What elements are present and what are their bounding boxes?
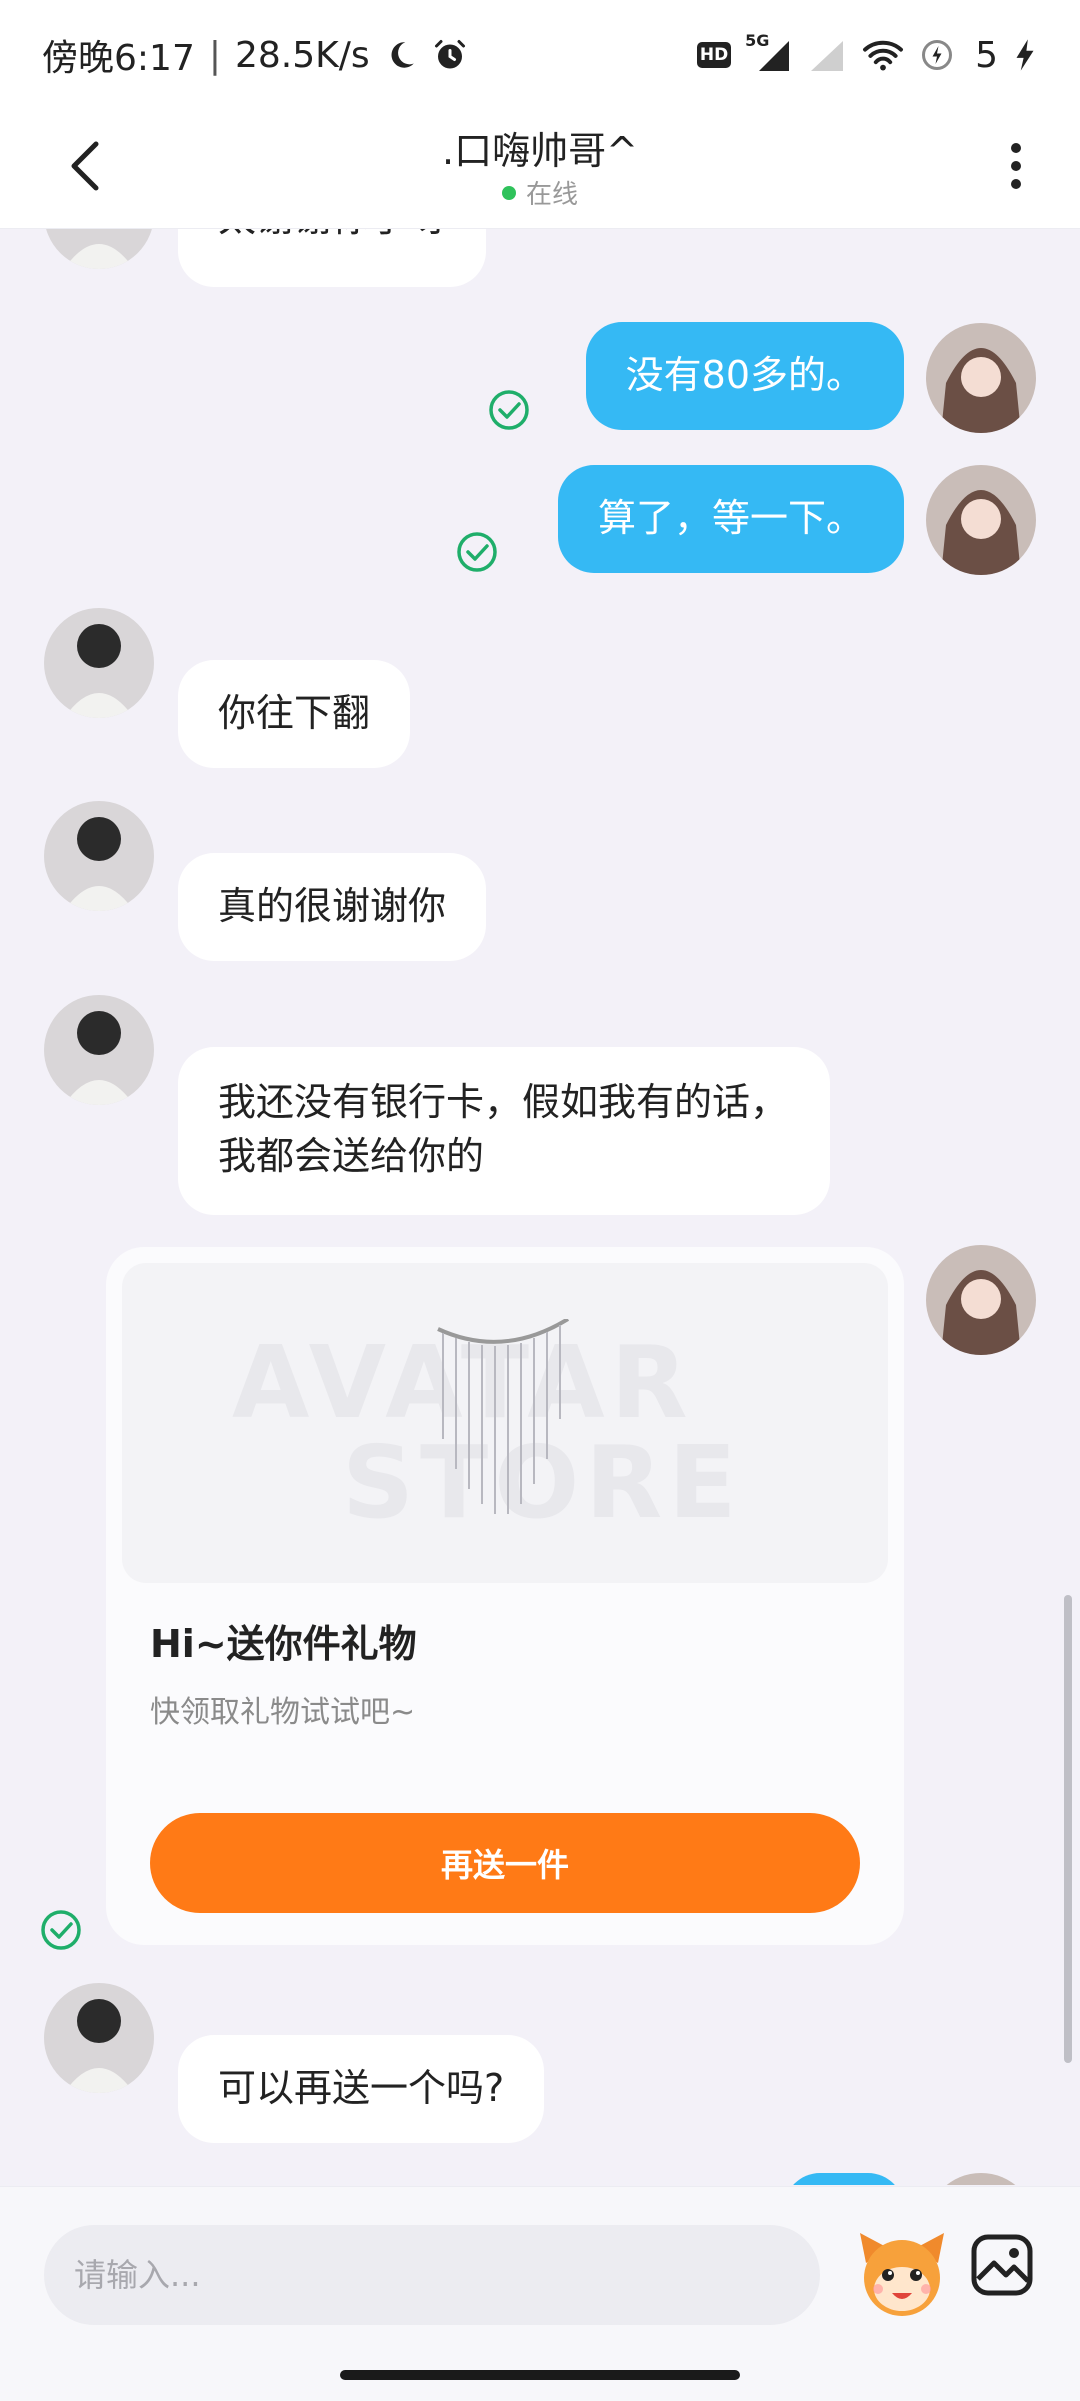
read-check-icon	[488, 389, 530, 431]
moon-icon	[384, 38, 418, 72]
contact-avatar[interactable]	[44, 229, 154, 269]
gift-title: Hi~送你件礼物	[150, 1622, 417, 1666]
home-indicator[interactable]	[340, 2370, 740, 2380]
image-icon	[971, 2234, 1033, 2296]
chat-scrollbar[interactable]	[1064, 1595, 1072, 2063]
status-bar-right: HD 5G 5	[697, 31, 1038, 76]
my-avatar[interactable]	[926, 465, 1036, 575]
send-another-gift-button[interactable]: 再送一件	[150, 1813, 860, 1913]
status-net-speed: 28.5K/s	[234, 34, 370, 76]
battery-saver-icon	[919, 37, 955, 73]
chat-header: .口嗨帅哥^ 在线	[0, 110, 1080, 229]
chat-message-list[interactable]: 太谢谢你了呀 没有80多的。 算了，等一下。 你往下翻 真的很谢谢你 我还没有银…	[0, 229, 1080, 2185]
message-text: 可以再送一个吗?	[218, 2066, 505, 2110]
message-input-bar	[0, 2186, 1080, 2401]
contact-name: .口嗨帅哥^	[442, 129, 638, 173]
gift-image: AVATAR STORE	[122, 1263, 888, 1583]
my-avatar[interactable]	[926, 1245, 1036, 1355]
my-avatar[interactable]	[926, 2173, 1036, 2185]
more-vertical-icon	[1011, 143, 1021, 189]
status-separator: |	[208, 34, 221, 76]
wifi-icon	[861, 37, 905, 73]
message-text: 我还没有银行卡，假如我有的话，我都会送给你的	[218, 1080, 789, 1178]
incoming-message[interactable]: 我还没有银行卡，假如我有的话，我都会送给你的	[178, 1047, 830, 1215]
emoji-mascot-icon	[860, 2233, 944, 2316]
message-text: 没有80多的。	[625, 353, 864, 397]
gift-subtitle: 快领取礼物试试吧~	[150, 1695, 416, 1730]
contact-avatar[interactable]	[44, 995, 154, 1105]
read-check-icon	[40, 1909, 82, 1951]
more-options-button[interactable]	[992, 134, 1040, 198]
gift-card[interactable]: AVATAR STORE Hi~送你件礼物 快领取礼物试试吧~ 再送一件	[106, 1247, 904, 1945]
hd-label: HD	[699, 45, 729, 65]
status-time: 傍晚6:17	[42, 38, 195, 79]
online-status: 在线	[0, 174, 1080, 211]
tassel-earring-icon	[437, 1319, 570, 1514]
online-dot-icon	[501, 185, 516, 200]
my-avatar[interactable]	[926, 323, 1036, 433]
outgoing-message[interactable]: 没有80多的。	[585, 322, 904, 430]
message-text: 算了，等一下。	[597, 496, 864, 540]
incoming-message[interactable]: 你往下翻	[178, 660, 411, 768]
outgoing-message[interactable]	[784, 2173, 904, 2185]
image-picker-button[interactable]	[966, 2229, 1038, 2301]
charging-icon	[1012, 38, 1038, 72]
outgoing-message[interactable]: 算了，等一下。	[557, 465, 904, 573]
incoming-message[interactable]: 真的很谢谢你	[178, 853, 487, 961]
contact-avatar[interactable]	[44, 1983, 154, 2093]
contact-avatar[interactable]	[44, 801, 154, 911]
signal-5g-icon: 5G	[745, 31, 793, 73]
read-check-icon	[456, 531, 498, 573]
message-text: 太谢谢你了呀	[218, 229, 446, 240]
message-text: 真的很谢谢你	[218, 884, 447, 928]
online-status-label: 在线	[525, 180, 578, 210]
contact-avatar[interactable]	[44, 608, 154, 718]
signal-icon	[807, 37, 847, 73]
incoming-message[interactable]: 可以再送一个吗?	[178, 2035, 545, 2143]
status-bar-left: 傍晚6:17 | 28.5K/s	[42, 29, 468, 81]
hd-icon: HD	[697, 42, 732, 68]
message-text: 你往下翻	[218, 691, 371, 735]
battery-level: 5	[975, 34, 998, 76]
emoji-button[interactable]	[850, 2221, 954, 2325]
net-type-label: 5G	[745, 31, 770, 50]
alarm-icon	[432, 37, 468, 73]
status-bar: 傍晚6:17 | 28.5K/s HD 5G 5	[0, 0, 1080, 110]
message-input[interactable]	[44, 2225, 820, 2325]
incoming-message[interactable]: 太谢谢你了呀	[178, 229, 487, 287]
